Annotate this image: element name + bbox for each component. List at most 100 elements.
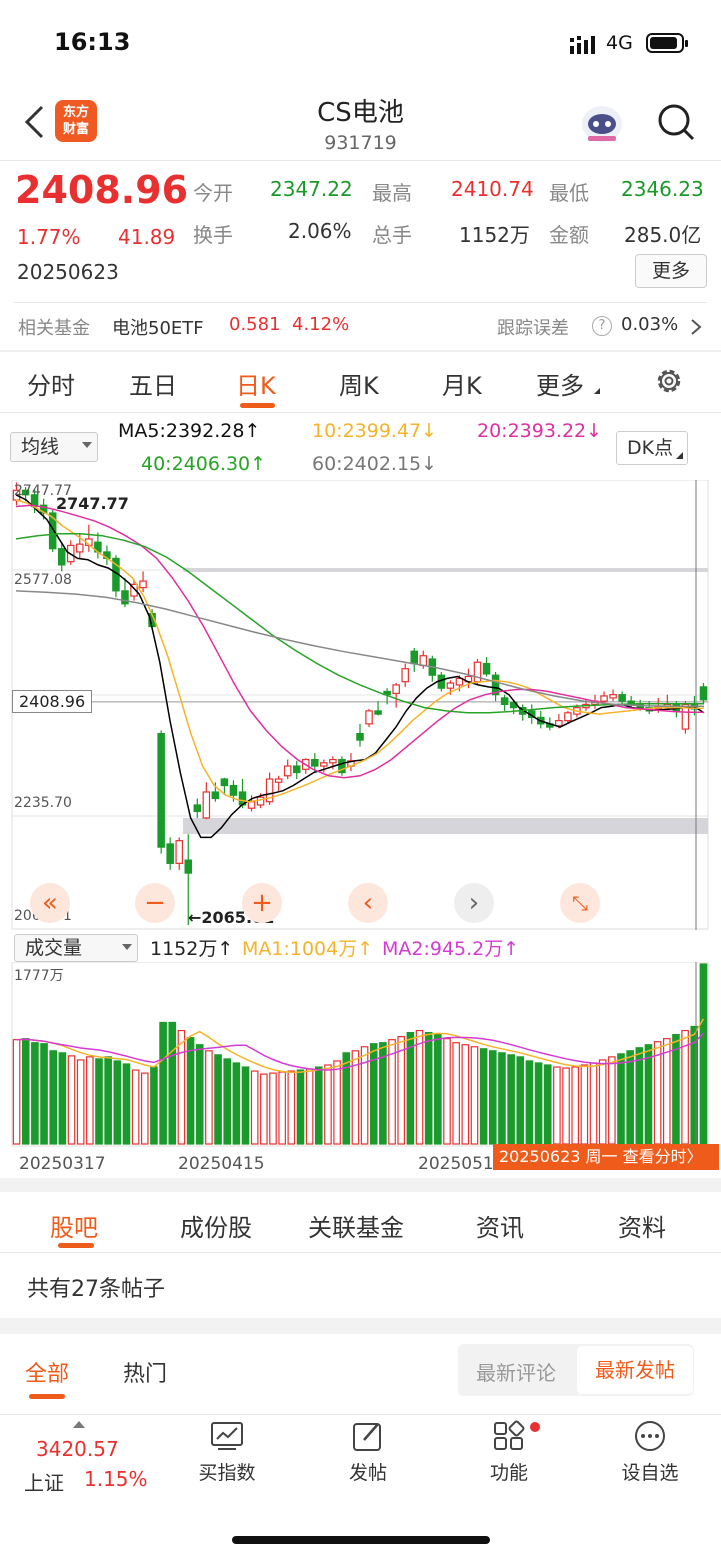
help-icon[interactable]: ? — [592, 316, 612, 336]
volume-bar — [516, 1056, 525, 1145]
volume-bar — [534, 1062, 543, 1145]
axis-label-lower: 2235.70 — [14, 795, 72, 811]
tab-more[interactable]: 更多 — [536, 366, 584, 401]
volume-bar — [470, 1046, 479, 1145]
candle — [247, 801, 256, 809]
tab-news[interactable]: 资讯 — [476, 1208, 524, 1243]
candlestick-chart[interactable] — [0, 480, 721, 930]
more-button[interactable]: 更多 — [635, 254, 707, 288]
sh-index-name: 上证 — [24, 1471, 64, 1495]
volume-bar — [571, 1066, 580, 1145]
sort-latest-comment[interactable]: 最新评论 — [476, 1357, 556, 1386]
previous-icon[interactable]: ‹ — [348, 883, 388, 923]
volume-bar — [635, 1047, 644, 1145]
volume-bar — [250, 1070, 259, 1145]
volume-bar — [232, 1062, 241, 1145]
ma-selector[interactable]: 均线 — [10, 432, 98, 462]
open-label: 今开 — [193, 181, 233, 205]
volume-bar — [314, 1066, 323, 1145]
notification-dot — [530, 1422, 540, 1432]
rewind-icon[interactable]: « — [30, 883, 70, 923]
tab-five-day[interactable]: 五日 — [129, 366, 177, 401]
amount-label: 金额 — [549, 223, 589, 247]
ma-line-ma5 — [15, 494, 705, 839]
settings-icon[interactable] — [654, 366, 684, 400]
related-fund-row[interactable]: 相关基金 — [18, 314, 90, 340]
volume-ma1: MA1:1004万↑ — [242, 938, 374, 960]
volume-bar — [40, 1043, 48, 1145]
volume-bar — [662, 1038, 671, 1145]
search-icon[interactable] — [656, 102, 696, 146]
filter-all[interactable]: 全部 — [25, 1356, 69, 1388]
volume-bar — [617, 1053, 625, 1145]
volume-bar — [424, 1031, 433, 1145]
robot-assistant-icon[interactable] — [580, 102, 624, 148]
current-price-label: 2408.96 — [12, 690, 93, 713]
fund-pct: 4.12% — [292, 314, 350, 335]
volume-bar — [260, 1073, 268, 1145]
zoom-in-icon[interactable]: + — [242, 883, 282, 923]
volume-bar — [488, 1050, 497, 1145]
candle — [356, 732, 364, 741]
tab-profile[interactable]: 资料 — [618, 1208, 666, 1243]
volume-bar — [452, 1042, 460, 1145]
volume-selector-label: 成交量 — [25, 937, 83, 959]
volume-bar — [479, 1048, 488, 1145]
candle — [283, 765, 292, 777]
ma-line-ma10 — [15, 499, 704, 803]
chevron-right-icon[interactable] — [690, 318, 702, 340]
triangle-icon — [594, 388, 600, 394]
candle — [202, 791, 211, 819]
expand-icon[interactable]: ⤡ — [560, 883, 600, 923]
volume-bar — [67, 1055, 76, 1145]
related-fund-label: 相关基金 — [18, 318, 90, 339]
candle — [166, 843, 174, 864]
tab-related-funds[interactable]: 关联基金 — [308, 1208, 404, 1243]
change-value: 41.89 — [118, 225, 176, 249]
nav-add-watchlist[interactable]: 设自选 — [595, 1420, 705, 1485]
next-icon[interactable]: › — [454, 883, 494, 923]
nav-buy-index[interactable]: 买指数 — [172, 1420, 282, 1485]
volume-bar — [287, 1070, 296, 1145]
volume-chart[interactable] — [0, 962, 721, 1148]
zoom-out-icon[interactable]: − — [135, 883, 175, 923]
tab-constituents[interactable]: 成份股 — [180, 1208, 252, 1243]
ma-selector-label: 均线 — [21, 436, 60, 458]
tab-intraday[interactable]: 分时 — [27, 366, 75, 401]
guba-tab-indicator — [58, 1243, 94, 1248]
nav-post[interactable]: 发帖 — [313, 1420, 423, 1485]
volume-bar — [681, 1029, 689, 1145]
fund-name[interactable]: 电池50ETF — [112, 314, 204, 340]
candle — [609, 694, 617, 699]
volume-bar — [214, 1054, 222, 1145]
candle — [419, 655, 428, 667]
volume-bar — [507, 1054, 515, 1145]
volume-ma2: MA2:945.2万↑ — [382, 938, 520, 960]
sort-latest-post[interactable]: 最新发帖 — [577, 1346, 693, 1394]
network-label: 4G — [606, 32, 633, 54]
tab-weekly-k[interactable]: 周K — [339, 366, 379, 401]
volume-selector[interactable]: 成交量 — [14, 934, 138, 962]
filter-hot[interactable]: 热门 — [123, 1356, 167, 1388]
candle — [699, 686, 708, 701]
tab-daily-k[interactable]: 日K — [236, 366, 276, 401]
date-tooltip[interactable]: 20250623 周一 查看分时〉 — [493, 1144, 719, 1170]
volume-bar — [443, 1038, 451, 1145]
post-count: 共有27条帖子 — [27, 1277, 165, 1302]
volume-label: 总手 — [372, 223, 412, 247]
tab-monthly-k[interactable]: 月K — [442, 366, 482, 401]
candle — [256, 796, 265, 806]
volume-bar — [31, 1042, 39, 1145]
current-price: 2408.96 — [15, 168, 189, 212]
more-dots-icon — [635, 1421, 665, 1451]
dk-point-button[interactable]: DK点 — [616, 431, 688, 465]
candle — [374, 710, 382, 715]
tab-guba[interactable]: 股吧 — [50, 1208, 98, 1243]
volume-bar — [76, 1059, 85, 1145]
sh-index-value[interactable]: 3420.57 — [36, 1437, 119, 1461]
candle — [365, 710, 373, 725]
nav-function[interactable]: 功能 — [454, 1420, 564, 1485]
tab-active-indicator — [240, 403, 275, 408]
sh-index-pct: 1.15% — [84, 1467, 148, 1491]
change-pct: 1.77% — [17, 225, 81, 249]
